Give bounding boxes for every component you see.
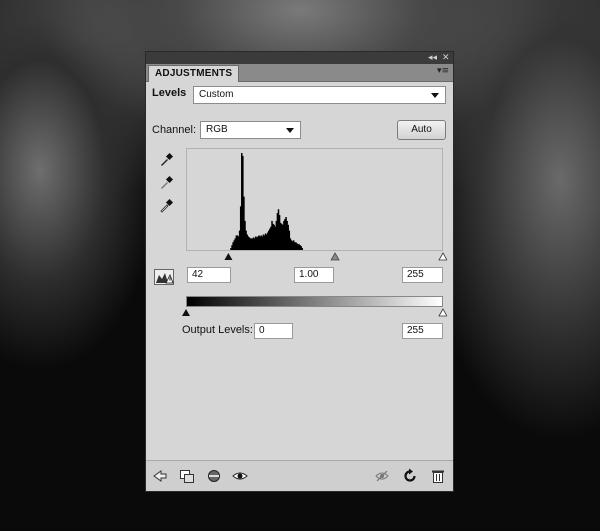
output-black-field[interactable]: 0 <box>254 323 293 339</box>
close-panel-icon[interactable]: ✕ <box>442 53 450 63</box>
view-previous-state-icon[interactable] <box>374 468 390 484</box>
clip-to-layer-icon[interactable] <box>206 468 222 484</box>
output-gradient-bar <box>186 296 443 307</box>
histogram <box>186 148 443 251</box>
input-white-field[interactable]: 255 <box>402 267 443 283</box>
input-black-handle[interactable] <box>224 253 233 260</box>
chevron-down-icon <box>286 128 294 133</box>
adjustments-panel: ◂◂ ✕ ADJUSTMENTS ▾≡ Levels Custom Channe… <box>145 51 454 492</box>
preset-dropdown[interactable]: Custom <box>193 86 446 104</box>
levels-label: Levels <box>152 87 187 99</box>
chevron-down-icon <box>431 93 439 98</box>
output-white-field[interactable]: 255 <box>402 323 443 339</box>
input-gamma-handle[interactable] <box>330 252 340 261</box>
channel-dropdown[interactable]: RGB <box>200 121 301 139</box>
expanded-view-icon[interactable] <box>179 468 195 484</box>
clipping-warning-icon[interactable] <box>154 269 174 285</box>
gray-point-eyedropper-icon[interactable] <box>158 175 174 191</box>
collapse-panel-icon[interactable]: ◂◂ <box>428 53 437 63</box>
eye-visibility-icon[interactable] <box>232 468 248 484</box>
black-point-eyedropper-icon[interactable] <box>158 152 174 168</box>
output-black-handle[interactable] <box>182 309 190 316</box>
panel-bottom-toolbar <box>146 460 453 491</box>
auto-button[interactable]: Auto <box>397 120 446 140</box>
output-white-handle[interactable] <box>438 308 447 317</box>
panel-titlebar: ◂◂ ✕ <box>146 52 453 64</box>
input-black-field[interactable]: 42 <box>187 267 231 283</box>
channel-value: RGB <box>206 124 228 135</box>
reset-icon[interactable] <box>402 468 418 484</box>
histogram-chart <box>230 153 304 250</box>
panel-menu-icon[interactable]: ▾≡ <box>437 66 449 76</box>
trash-icon[interactable] <box>430 468 446 484</box>
channel-label: Channel: <box>152 124 197 136</box>
tab-adjustments[interactable]: ADJUSTMENTS <box>148 65 240 82</box>
output-levels-label: Output Levels: <box>182 324 253 336</box>
white-point-eyedropper-icon[interactable] <box>158 198 174 214</box>
input-white-handle[interactable] <box>438 252 447 261</box>
input-gamma-field[interactable]: 1.00 <box>294 267 334 283</box>
output-levels-slider[interactable] <box>182 307 447 317</box>
histogram-bar <box>301 248 304 250</box>
input-levels-slider[interactable] <box>182 252 447 262</box>
panel-tab-row: ADJUSTMENTS ▾≡ <box>146 64 453 82</box>
back-arrow-icon[interactable] <box>152 468 168 484</box>
preset-value: Custom <box>199 89 234 100</box>
